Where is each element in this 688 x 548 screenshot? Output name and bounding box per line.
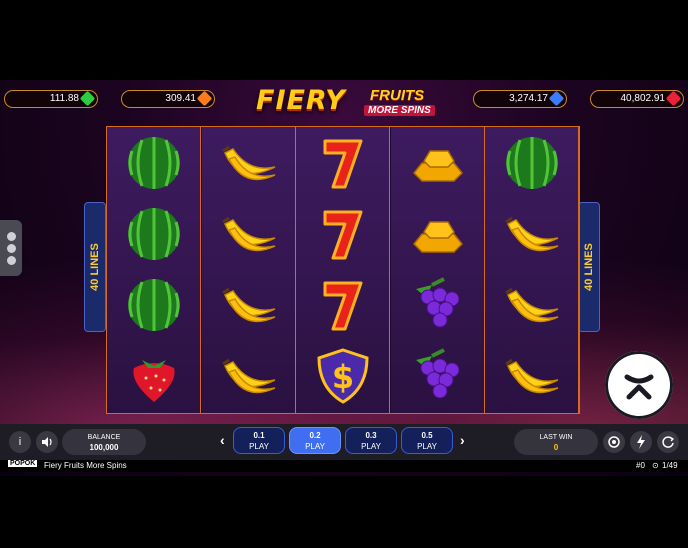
banana-icon <box>502 346 562 406</box>
reel-1 <box>107 127 201 413</box>
bet-label: PLAY <box>417 442 437 451</box>
bet-label: PLAY <box>361 442 381 451</box>
footer: POPOK Fiery Fruits More Spins #0 ⊙ 1/49 <box>0 460 688 472</box>
green-gem-icon <box>79 90 96 107</box>
jackpot-value: 309.41 <box>165 93 196 104</box>
info-button[interactable]: i <box>9 431 31 453</box>
jackpot-orange: 309.41 <box>121 90 215 108</box>
control-bar: i BALANCE 100,000 ‹ 0.1 PLAY 0.2 PLAY 0.3 P… <box>0 424 688 460</box>
bet-option-4[interactable]: 0.5 PLAY <box>401 427 453 454</box>
seven-icon <box>313 204 373 264</box>
game-title: Fiery Fruits More Spins <box>44 461 127 470</box>
banana-icon <box>502 204 562 264</box>
gold-bars-icon <box>408 133 468 193</box>
last-win-display: LAST WIN 0 <box>514 429 598 455</box>
seven-icon <box>313 275 373 335</box>
menu-dot-icon <box>7 232 16 241</box>
spin-button[interactable] <box>605 351 673 419</box>
gold-bars-icon <box>408 204 468 264</box>
seven-icon <box>313 133 373 193</box>
reel-grid: $ <box>106 126 580 414</box>
jackpot-green: 111.88 <box>4 90 98 108</box>
strawberry-icon <box>124 346 184 406</box>
logo-tag: MORE SPINS <box>364 105 435 116</box>
banana-icon <box>219 275 279 335</box>
svg-text:$: $ <box>332 358 354 396</box>
bet-value: 0.3 <box>365 431 377 440</box>
jackpot-value: 40,802.91 <box>620 93 666 104</box>
watermelon-icon <box>124 204 184 264</box>
last-win-label: LAST WIN <box>539 434 573 441</box>
autoplay-icon <box>662 436 675 448</box>
banana-icon <box>502 275 562 335</box>
game-logo: FIERY FRUITS MORE SPINS <box>252 83 436 123</box>
lines-label: 40 LINES <box>89 243 101 291</box>
red-gem-icon <box>665 90 682 107</box>
bet-label: PLAY <box>305 442 325 451</box>
orange-gem-icon <box>196 90 213 107</box>
last-win-value: 0 <box>553 443 559 452</box>
blue-gem-icon <box>548 90 565 107</box>
info-icon: i <box>18 436 22 448</box>
settings-button[interactable] <box>603 431 625 453</box>
round-id: #0 <box>636 461 645 470</box>
watermelon-icon <box>502 133 562 193</box>
side-menu-button[interactable] <box>0 220 22 276</box>
jackpot-value: 3,274.17 <box>509 93 548 104</box>
balance-value: 100,000 <box>89 443 119 452</box>
jackpot-red: 40,802.91 <box>590 90 684 108</box>
bet-next-arrow[interactable]: › <box>460 432 465 448</box>
reel-3: $ <box>296 127 391 413</box>
balance-label: BALANCE <box>87 434 121 441</box>
jackpot-blue: 3,274.17 <box>473 90 567 108</box>
autoplay-button[interactable] <box>657 431 679 453</box>
sound-button[interactable] <box>36 431 58 453</box>
bet-label: PLAY <box>249 442 269 451</box>
banana-icon <box>219 346 279 406</box>
logo-sub: FRUITS <box>370 87 425 104</box>
grapes-icon <box>408 346 468 406</box>
lines-indicator-left: 40 LINES <box>84 202 106 332</box>
lightning-icon <box>637 435 645 449</box>
bet-prev-arrow[interactable]: ‹ <box>220 432 225 448</box>
clock-icon: ⊙ <box>652 461 659 470</box>
spin-icon <box>624 374 654 400</box>
bet-option-3[interactable]: 0.3 PLAY <box>345 427 397 454</box>
balance-display: BALANCE 100,000 <box>62 429 146 455</box>
reel-5 <box>485 127 580 413</box>
lines-indicator-right: 40 LINES <box>578 202 600 332</box>
banana-icon <box>219 133 279 193</box>
bet-value: 0.1 <box>253 431 265 440</box>
menu-dot-icon <box>7 244 16 253</box>
watermelon-icon <box>124 133 184 193</box>
gear-icon <box>608 436 620 448</box>
speaker-icon <box>42 437 52 447</box>
menu-dot-icon <box>7 256 16 265</box>
dollar-shield-icon: $ <box>313 346 373 406</box>
jackpot-value: 111.88 <box>49 93 79 104</box>
logo-main: FIERY <box>256 85 346 116</box>
bet-value: 0.2 <box>309 431 321 440</box>
banana-icon <box>219 204 279 264</box>
turbo-button[interactable] <box>630 431 652 453</box>
bet-option-1[interactable]: 0.1 PLAY <box>233 427 285 454</box>
clock-text: 1/49 <box>662 461 678 470</box>
bet-option-2[interactable]: 0.2 PLAY <box>289 427 341 454</box>
provider-logo: POPOK <box>8 460 38 467</box>
game-stage: 111.88 309.41 3,274.17 40,802.91 FIERY F… <box>0 80 688 476</box>
watermelon-icon <box>124 275 184 335</box>
reel-2 <box>201 127 296 413</box>
bet-value: 0.5 <box>421 431 433 440</box>
lines-label: 40 LINES <box>583 243 595 291</box>
reel-4 <box>390 127 485 413</box>
grapes-icon <box>408 275 468 335</box>
